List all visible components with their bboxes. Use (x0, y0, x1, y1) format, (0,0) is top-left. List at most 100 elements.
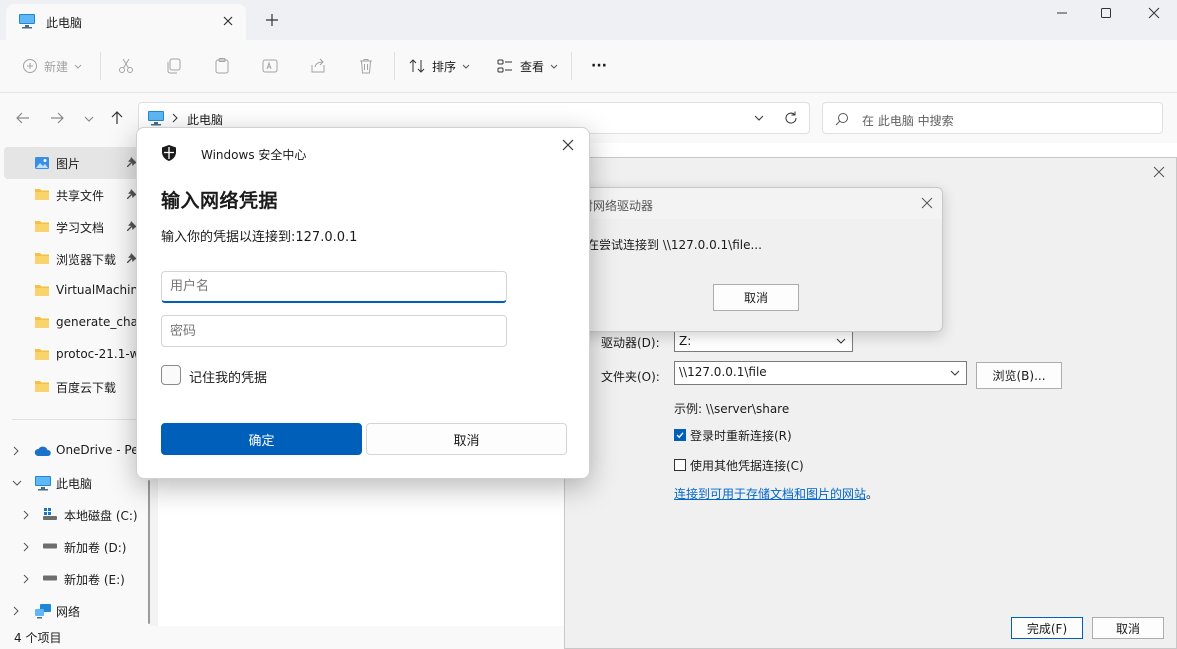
chevron-right-icon[interactable] (22, 510, 30, 520)
sidebar-item-label: 新加卷 (D:) (64, 541, 127, 555)
sidebar-item-shared[interactable]: 共享文件 (0, 179, 150, 211)
connecting-cancel-button[interactable]: 取消 (713, 284, 799, 311)
copy-icon (165, 57, 183, 75)
drive-icon (42, 543, 58, 549)
delete-button[interactable] (357, 54, 375, 78)
view-button[interactable]: 查看 (496, 54, 558, 78)
sidebar-item-pictures[interactable]: 图片 (4, 147, 150, 179)
sidebar-item-label: 新加卷 (E:) (64, 573, 125, 587)
example-text: 示例: \\server\share (674, 402, 790, 416)
folder-icon (34, 379, 50, 393)
drive-value: Z: (679, 334, 692, 348)
username-field[interactable] (161, 271, 507, 303)
folder-icon (34, 187, 50, 201)
more-label: ··· (591, 58, 607, 74)
sidebar-item-label: 百度云下载 (56, 381, 117, 395)
chevron-down-icon (550, 62, 558, 70)
password-field[interactable] (161, 315, 507, 347)
reconnect-checkbox[interactable] (674, 429, 686, 441)
credentials-dialog: Windows 安全中心 输入网络凭据 输入你的凭据以连接到:127.0.0.1… (136, 127, 590, 479)
tab-label: 此电脑 (46, 16, 83, 30)
cut-button[interactable] (117, 54, 135, 78)
password-input[interactable] (162, 316, 506, 346)
cancel-button[interactable]: 取消 (366, 423, 567, 455)
sidebar-item-label: 图片 (56, 157, 81, 171)
back-arrow-icon[interactable] (14, 109, 32, 127)
connecting-close-icon[interactable] (921, 197, 933, 209)
chevron-down-icon (836, 338, 846, 345)
chevron-down-icon[interactable] (12, 479, 22, 487)
refresh-icon[interactable] (783, 110, 799, 126)
drive-select[interactable]: Z: (674, 330, 853, 352)
system-drive-icon (42, 507, 58, 521)
more-options-button[interactable]: ··· (591, 54, 607, 78)
chevron-right-icon[interactable] (22, 542, 30, 552)
sidebar-item-generate-chart[interactable]: generate_chart (0, 307, 150, 339)
sidebar-item-virtualmachines[interactable]: VirtualMachines (0, 275, 150, 307)
up-arrow-icon[interactable] (108, 109, 126, 127)
other-credentials-label: 使用其他凭据连接(C) (690, 459, 804, 473)
paste-button[interactable] (213, 54, 231, 78)
finish-button[interactable]: 完成(F) (1011, 617, 1083, 639)
tab-close-icon[interactable] (220, 13, 236, 29)
sidebar-scrollbar[interactable] (148, 480, 150, 624)
sort-button[interactable]: 排序 (408, 54, 470, 78)
toolbar-divider (571, 52, 572, 80)
new-tab-button[interactable] (262, 10, 282, 30)
chevron-right-icon[interactable] (22, 574, 30, 584)
breadcrumb-this-pc[interactable]: 此电脑 (187, 111, 223, 128)
storage-website-link[interactable]: 连接到可用于存储文档和图片的网站 (674, 485, 866, 502)
chevron-right-icon[interactable] (12, 446, 20, 456)
new-button[interactable]: 新建 (22, 54, 82, 78)
search-icon (835, 112, 849, 126)
wizard-close-icon[interactable] (1153, 166, 1165, 178)
ok-button[interactable]: 确定 (161, 423, 362, 455)
folder-value: \\127.0.0.1\file (679, 365, 767, 379)
share-icon (309, 57, 327, 75)
search-box[interactable]: 在 此电脑 中搜索 (822, 102, 1163, 134)
sidebar-item-drive-d[interactable]: 新加卷 (D:) (0, 531, 150, 563)
dialog-heading: 输入网络凭据 (161, 190, 279, 212)
sidebar-item-study-docs[interactable]: 学习文档 (0, 211, 150, 243)
rename-button[interactable] (261, 54, 279, 78)
recent-chevron-icon[interactable] (80, 109, 98, 127)
remember-credentials-checkbox[interactable] (161, 365, 181, 385)
other-credentials-checkbox[interactable] (674, 459, 686, 471)
sidebar-item-browser-downloads[interactable]: 浏览器下载 (0, 243, 150, 275)
forward-arrow-icon[interactable] (48, 109, 66, 127)
scissors-icon (117, 57, 135, 75)
pictures-icon (34, 155, 50, 171)
toolbar-divider (394, 52, 395, 80)
sidebar-item-this-pc[interactable]: 此电脑 (0, 467, 150, 499)
command-bar: 新建 排序 查看 ··· (0, 40, 1177, 93)
dialog-close-icon[interactable] (561, 138, 575, 152)
maximize-icon[interactable] (1083, 0, 1129, 26)
drive-label: 驱动器(D): (601, 336, 660, 350)
copy-button[interactable] (165, 54, 183, 78)
sidebar-item-onedrive[interactable]: OneDrive - Personal (0, 435, 150, 467)
folder-icon (34, 219, 50, 233)
toolbar-divider (100, 52, 101, 80)
connecting-dialog: 射网络驱动器 正在尝试连接到 \\127.0.0.1\file... 取消 (564, 187, 943, 332)
window-close-icon[interactable] (1131, 0, 1177, 26)
address-dropdown-icon[interactable] (753, 113, 765, 123)
sidebar-item-drive-e[interactable]: 新加卷 (E:) (0, 563, 150, 595)
wizard-cancel-button[interactable]: 取消 (1092, 617, 1164, 639)
share-button[interactable] (309, 54, 327, 78)
sidebar-item-network[interactable]: 网络 (0, 595, 150, 627)
minimize-icon[interactable] (1039, 0, 1085, 26)
sidebar-item-label: protoc-21.1-win64 (56, 347, 136, 361)
sidebar-item-protoc[interactable]: protoc-21.1-win64 (0, 339, 150, 371)
folder-combobox[interactable]: \\127.0.0.1\file (674, 361, 967, 385)
cloud-icon (34, 445, 52, 457)
tab-this-pc[interactable]: 此电脑 (6, 4, 246, 40)
sidebar-item-drive-c[interactable]: 本地磁盘 (C:) (0, 499, 150, 531)
folder-icon (34, 315, 50, 329)
chevron-right-icon[interactable] (12, 606, 20, 616)
browse-button[interactable]: 浏览(B)... (976, 362, 1062, 389)
view-label: 查看 (520, 59, 545, 74)
folder-icon (34, 347, 50, 361)
sidebar-item-baidu-downloads[interactable]: 百度云下载 (0, 371, 150, 403)
trash-icon (357, 57, 375, 75)
username-input[interactable] (162, 272, 506, 301)
